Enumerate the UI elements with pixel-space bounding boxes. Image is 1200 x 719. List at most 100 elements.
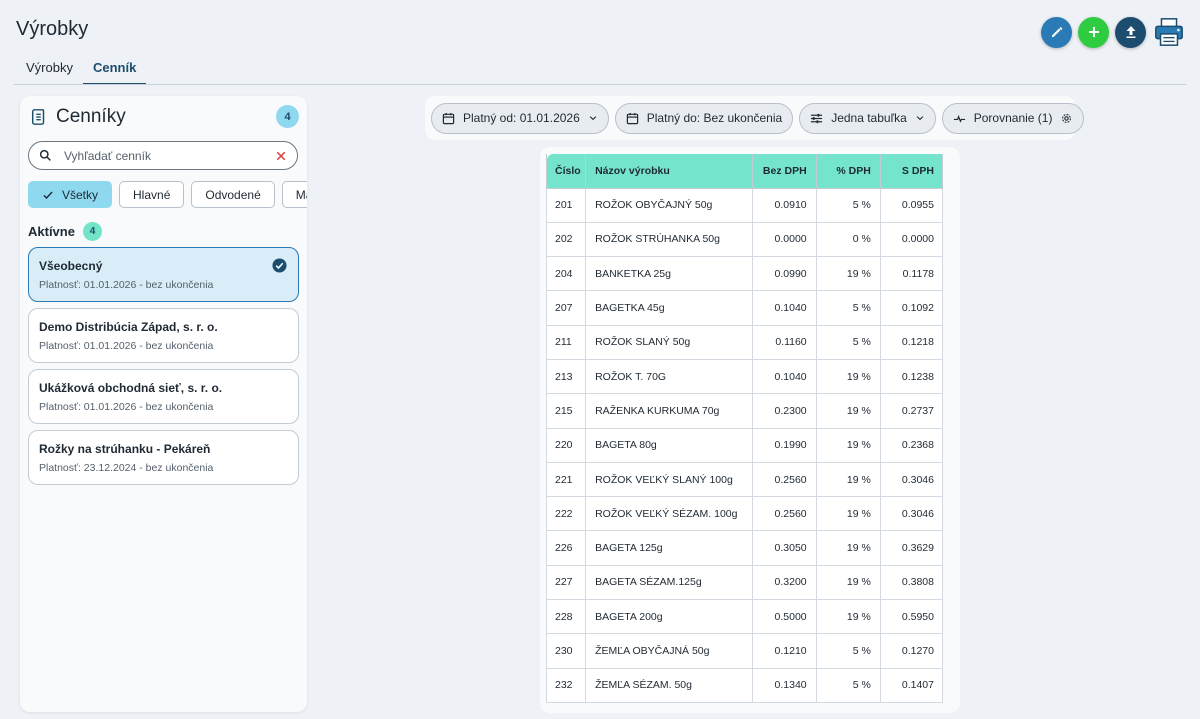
col-header-vat[interactable]: % DPH [815,154,881,189]
filter-more[interactable]: Ma [281,181,307,208]
print-button[interactable] [1152,15,1186,49]
tab-bar: Výrobky Cenník [16,56,147,85]
pricelist-icon [31,109,45,125]
filter-derived[interactable]: Odvodené [191,181,275,208]
col-header-net[interactable]: Bez DPH [751,154,817,189]
plus-icon [1088,27,1099,37]
col-header-name[interactable]: Názov výrobku [585,154,753,189]
cell-vat: 5 % [815,187,881,223]
pricelist-name: Všeobecný [39,259,103,273]
cell-gross-price: 0.1270 [879,633,944,669]
table-row[interactable]: 227 BAGETA SÉZAM.125g 0.3200 19 % 0.3808 [545,564,944,601]
cell-name: BAGETA 125g [585,530,753,566]
cell-name: BANKETKA 25g [585,256,753,292]
filter-all[interactable]: Všetky [28,181,113,208]
printer-icon [1155,18,1183,46]
edit-icon [1051,27,1062,37]
compare-icon [953,114,965,123]
table-row[interactable]: 220 BAGETA 80g 0.1990 19 % 0.2368 [545,427,944,463]
table-header-row: Číslo Názov výrobku Bez DPH % DPH S DPH [545,154,944,189]
add-button[interactable] [1078,16,1109,48]
price-table: Číslo Názov výrobku Bez DPH % DPH S DPH … [545,154,944,703]
cell-gross-price: 0.1218 [879,324,944,360]
search-icon [39,149,51,161]
col-header-number[interactable]: Číslo [545,154,587,189]
clear-icon[interactable] [275,150,287,162]
cell-gross-price: 0.3046 [879,496,944,532]
table-row[interactable]: 232 ŽEMĽA SÉZAM. 50g 0.1340 5 % 0.1407 [545,667,944,703]
table-row[interactable]: 226 BAGETA 125g 0.3050 19 % 0.3629 [545,530,944,566]
table-row[interactable]: 215 RAŽENKA KURKUMA 70g 0.2300 19 % 0.2737 [545,393,944,429]
tabs-divider [14,84,1186,85]
valid-to-button[interactable]: Platný do: Bez ukončenia [614,102,794,134]
pricelist-item[interactable]: Všeobecný Platnosť: 01.01.2026 - bez uko… [28,247,299,302]
top-actions [1041,15,1186,49]
cell-net-price: 0.5000 [751,599,817,635]
table-row[interactable]: 201 ROŽOK OBYČAJNÝ 50g 0.0910 5 % 0.0955 [545,187,944,223]
cell-number: 201 [545,187,587,223]
cell-number: 211 [545,324,587,360]
pricelist-item[interactable]: Rožky na strúhanku - Pekáreň Platnosť: 2… [28,430,299,485]
table-row[interactable]: 230 ŽEMĽA OBYČAJNÁ 50g 0.1210 5 % 0.1270 [545,633,944,669]
cell-gross-price: 0.0955 [879,187,944,223]
pricelist-validity: Platnosť: 01.01.2026 - bez ukončenia [39,340,214,352]
cell-vat: 5 % [815,324,881,360]
cell-vat: 19 % [815,599,881,635]
cell-net-price: 0.0910 [751,187,817,223]
table-row[interactable]: 221 ROŽOK VEĽKÝ SLANÝ 100g 0.2560 19 % 0.304… [545,461,944,498]
tab-vyrobky[interactable]: Výrobky [16,56,83,85]
cell-vat: 19 % [815,496,881,532]
cell-net-price: 0.0000 [751,221,817,258]
table-toolbar: Platný od: 01.01.2026 Platný do: Bez uko… [425,96,1085,140]
cell-number: 227 [545,564,587,601]
edit-button[interactable] [1041,16,1072,48]
table-row[interactable]: 202 ROŽOK STRÚHANKA 50g 0.0000 0 % 0.0000 [545,221,944,258]
upload-button[interactable] [1115,16,1146,48]
cell-gross-price: 0.1092 [879,290,944,326]
chevron-down-icon [916,116,923,121]
valid-from-button[interactable]: Platný od: 01.01.2026 [431,102,609,134]
table-row[interactable]: 228 BAGETA 200g 0.5000 19 % 0.5950 [545,599,944,635]
cell-gross-price: 0.1178 [879,256,944,292]
pricelist-item[interactable]: Ukážková obchodná sieť, s. r. o. Platnos… [28,369,299,424]
search-input[interactable] [64,148,275,163]
cell-gross-price: 0.2737 [879,393,944,429]
cell-vat: 19 % [815,427,881,463]
cell-gross-price: 0.1238 [879,358,944,395]
pricelist-name: Rožky na strúhanku - Pekáreň [39,442,211,456]
check-icon [43,191,53,199]
table-row[interactable]: 204 BANKETKA 25g 0.0990 19 % 0.1178 [545,256,944,292]
calendar-icon [626,112,638,124]
cell-gross-price: 0.2368 [879,427,944,463]
table-row[interactable]: 213 ROŽOK T. 70G 0.1040 19 % 0.1238 [545,358,944,395]
view-mode-button[interactable]: Jedna tabuľka [799,102,936,134]
cell-name: ROŽOK VEĽKÝ SÉZAM. 100g [585,496,753,532]
compare-button[interactable]: Porovnanie (1) [941,102,1085,134]
cell-number: 232 [545,667,587,703]
gear-icon [1062,113,1072,123]
cell-net-price: 0.2560 [751,461,817,498]
cell-net-price: 0.3200 [751,564,817,601]
filter-main[interactable]: Hlavné [119,181,185,208]
cell-vat: 19 % [815,358,881,395]
cell-name: ROŽOK VEĽKÝ SLANÝ 100g [585,461,753,498]
cell-number: 226 [545,530,587,566]
cell-vat: 19 % [815,461,881,498]
cell-vat: 0 % [815,221,881,258]
cell-number: 202 [545,221,587,258]
cell-name: ROŽOK T. 70G [585,358,753,395]
chevron-down-icon [589,116,597,121]
calendar-icon [442,112,455,124]
check-circle-icon [272,258,287,273]
filter-all-label: Všetky [62,187,99,202]
table-row[interactable]: 222 ROŽOK VEĽKÝ SÉZAM. 100g 0.2560 19 % 0.30… [545,496,944,532]
upload-icon [1126,26,1135,38]
cell-vat: 19 % [815,393,881,429]
pricelist-item[interactable]: Demo Distribúcia Západ, s. r. o. Platnos… [28,308,299,363]
table-row[interactable]: 207 BAGETKA 45g 0.1040 5 % 0.1092 [545,290,944,326]
cell-number: 220 [545,427,587,463]
tab-cennik[interactable]: Cenník [82,56,147,85]
panel-title: Cenníky [56,106,126,127]
col-header-gross[interactable]: S DPH [879,154,944,189]
table-row[interactable]: 211 ROŽOK SLANÝ 50g 0.1160 5 % 0.1218 [545,324,944,360]
